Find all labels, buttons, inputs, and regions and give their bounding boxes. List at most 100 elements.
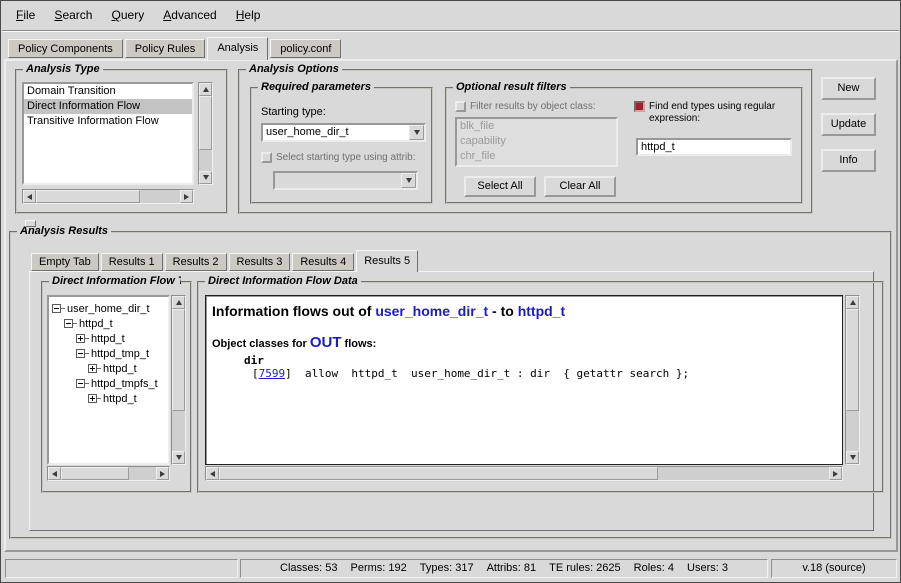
scroll-arrow-icon: [210, 471, 215, 477]
info-button[interactable]: Info: [821, 149, 876, 172]
new-button[interactable]: New: [821, 77, 876, 100]
scroll-arrow-icon: [833, 471, 838, 477]
scrollbar-thumb[interactable]: [36, 190, 140, 203]
scrollbar-thumb[interactable]: [846, 309, 859, 411]
scroll-down-button[interactable]: [172, 451, 185, 464]
scroll-up-button[interactable]: [172, 296, 185, 309]
flow-tree-vscrollbar[interactable]: [171, 295, 186, 465]
tree-expander-minus-icon[interactable]: [76, 379, 85, 388]
scrollbar-trough[interactable]: [199, 96, 212, 171]
analysis-type-vscrollbar[interactable]: [198, 82, 213, 185]
update-button[interactable]: Update: [821, 113, 876, 136]
flow-tree-frame: Direct Information Flow T user_home_dir_…: [41, 281, 192, 493]
tree-expander-plus-icon[interactable]: [76, 334, 85, 343]
clear-all-button[interactable]: Clear All: [544, 176, 616, 197]
tab-policy-components[interactable]: Policy Components: [8, 39, 123, 58]
starting-type-combobox[interactable]: user_home_dir_t: [261, 123, 426, 142]
regex-checkbox-label: Find end types using regular expression:: [649, 101, 796, 125]
regex-checkbox-checked[interactable]: [634, 101, 645, 112]
object-class-checkbox[interactable]: [455, 101, 466, 112]
menu-search[interactable]: Search: [46, 5, 100, 25]
tree-node[interactable]: httpd_t: [49, 316, 168, 331]
scroll-down-button[interactable]: [846, 451, 859, 464]
combobox-dropdown-button[interactable]: [409, 125, 424, 140]
tab-policy-rules[interactable]: Policy Rules: [125, 39, 206, 58]
regex-input[interactable]: [636, 138, 792, 156]
analysis-type-option[interactable]: Domain Transition: [24, 84, 192, 99]
tree-expander-minus-icon[interactable]: [76, 349, 85, 358]
scroll-right-button[interactable]: [829, 467, 842, 480]
menu-file[interactable]: File: [8, 5, 43, 25]
scrollbar-trough[interactable]: [36, 190, 180, 203]
chevron-down-icon: [406, 178, 412, 183]
tab-results-1[interactable]: Results 1: [101, 253, 163, 271]
menu-help[interactable]: Help: [228, 5, 269, 25]
tree-node[interactable]: httpd_tmp_t: [49, 346, 168, 361]
flow-heading: Information flows out of user_home_dir_t…: [212, 303, 842, 319]
scrollbar-trough[interactable]: [846, 309, 859, 451]
object-class-item: chr_file: [457, 149, 616, 164]
tab-analysis[interactable]: Analysis: [207, 37, 268, 60]
scroll-right-button[interactable]: [156, 467, 169, 480]
tab-results-2[interactable]: Results 2: [165, 253, 227, 271]
scroll-up-button[interactable]: [199, 83, 212, 96]
scrollbar-thumb[interactable]: [199, 96, 212, 150]
scroll-left-button[interactable]: [48, 467, 61, 480]
combobox-dropdown-button: [401, 173, 416, 188]
object-class-checkbox-row: Filter results by object class:: [455, 101, 596, 112]
stat-attribs: Attribs: 81: [487, 562, 537, 574]
tab-results-5[interactable]: Results 5: [356, 250, 418, 272]
analysis-results-frame: Analysis Results Empty Tab Results 1 Res…: [9, 231, 892, 539]
tree-node[interactable]: httpd_t: [49, 391, 168, 406]
tree-node[interactable]: httpd_tmpfs_t: [49, 376, 168, 391]
tree-node[interactable]: httpd_t: [49, 361, 168, 376]
menu-advanced[interactable]: Advanced: [155, 5, 224, 25]
tree-expander-plus-icon[interactable]: [88, 394, 97, 403]
rule-line: [7599] allow httpd_t user_home_dir_t : d…: [252, 367, 842, 380]
analysis-type-hscrollbar[interactable]: [22, 189, 194, 204]
flow-target-type: httpd_t: [518, 303, 565, 319]
analysis-options-title: Analysis Options: [246, 63, 342, 75]
tab-results-4[interactable]: Results 4: [292, 253, 354, 271]
optional-filters-title: Optional result filters: [453, 81, 570, 93]
scroll-right-button[interactable]: [180, 190, 193, 203]
tree-expander-minus-icon[interactable]: [64, 319, 73, 328]
pane-sash-handle[interactable]: [25, 220, 36, 227]
select-all-button[interactable]: Select All: [464, 176, 536, 197]
scrollbar-trough[interactable]: [172, 309, 185, 451]
scrollbar-trough[interactable]: [219, 467, 829, 480]
flow-data-hscrollbar[interactable]: [205, 466, 843, 481]
object-classes-prefix: Object classes for: [212, 338, 310, 350]
flow-source-type: user_home_dir_t: [375, 303, 488, 319]
tree-node-label: httpd_t: [89, 333, 125, 345]
attrib-combobox-value: [275, 173, 401, 188]
scrollbar-trough[interactable]: [61, 467, 156, 480]
analysis-type-option-selected[interactable]: Direct Information Flow: [24, 99, 192, 114]
analysis-type-option[interactable]: Transitive Information Flow: [24, 114, 192, 129]
object-classes-suffix: flows:: [342, 338, 377, 350]
scroll-down-button[interactable]: [199, 171, 212, 184]
scrollbar-thumb[interactable]: [61, 467, 129, 480]
tree-node[interactable]: httpd_t: [49, 331, 168, 346]
flow-tree-hscrollbar[interactable]: [47, 466, 170, 481]
flow-data-vscrollbar[interactable]: [845, 295, 860, 465]
analysis-type-frame: Analysis Type Domain Transition Direct I…: [15, 69, 228, 214]
attrib-checkbox[interactable]: [261, 152, 272, 163]
attrib-combobox-disabled: [273, 171, 418, 190]
tree-node[interactable]: user_home_dir_t: [49, 301, 168, 316]
scroll-up-button[interactable]: [846, 296, 859, 309]
tree-expander-minus-icon[interactable]: [52, 304, 61, 313]
rule-number-link[interactable]: 7599: [259, 367, 286, 380]
scrollbar-thumb[interactable]: [219, 467, 658, 480]
scroll-left-button[interactable]: [23, 190, 36, 203]
tree-expander-plus-icon[interactable]: [88, 364, 97, 373]
tab-results-3[interactable]: Results 3: [229, 253, 291, 271]
tab-policy-conf[interactable]: policy.conf: [270, 39, 341, 58]
object-class-item: capability: [457, 134, 616, 149]
scrollbar-thumb[interactable]: [172, 309, 185, 411]
menu-query[interactable]: Query: [104, 5, 153, 25]
flow-tree: user_home_dir_t httpd_t httpd_t httpd_tm…: [47, 295, 170, 465]
object-class-name: dir: [244, 354, 842, 367]
scroll-left-button[interactable]: [206, 467, 219, 480]
tab-empty[interactable]: Empty Tab: [31, 253, 99, 271]
